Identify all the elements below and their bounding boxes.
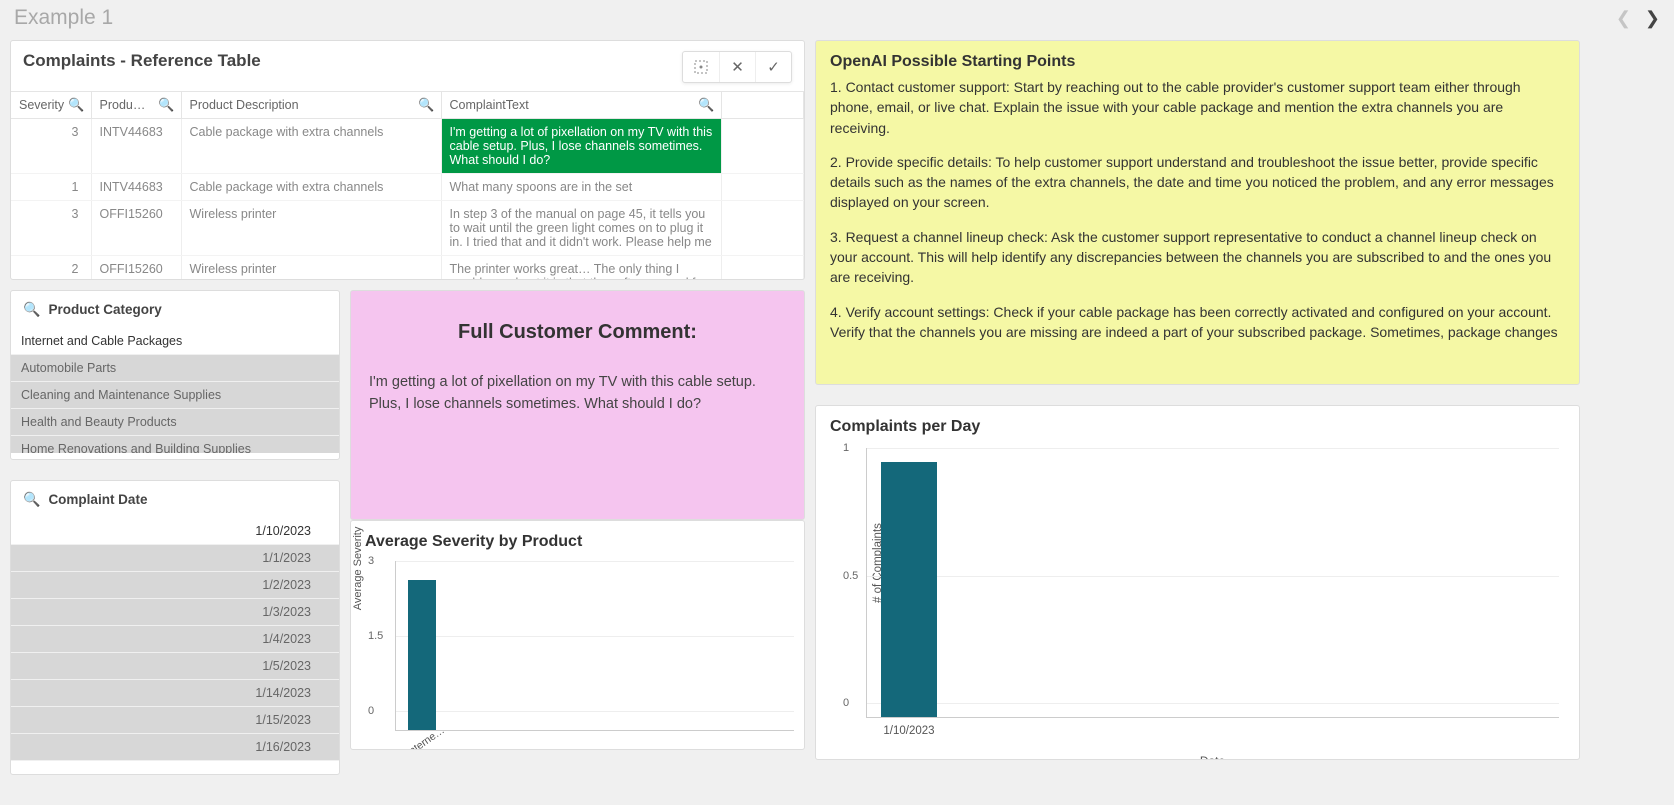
col-product[interactable]: Produ…🔍 [91,92,181,119]
col-desc[interactable]: Product Description🔍 [181,92,441,119]
complaints-table-panel: Complaints - Reference Table ✕ ✓ Severit… [10,40,805,280]
avg-severity-panel: Average Severity by Product Average Seve… [350,520,805,750]
complaints-per-day-panel: Complaints per Day # of Complaints 00.51… [815,405,1580,760]
cell-complaint: In step 3 of the manual on page 45, it t… [441,201,721,256]
cpd-xlabel: Date [866,754,1559,760]
list-item[interactable]: Automobile Parts [11,355,339,382]
confirm-selection-icon[interactable]: ✓ [755,52,791,82]
cell-severity: 3 [11,201,91,256]
ai-paragraph: 2. Provide specific details: To help cus… [830,152,1561,213]
cell-product: OFFI15260 [91,201,181,256]
cpd-chart: 00.511/10/2023 [866,448,1559,718]
next-arrow-icon[interactable]: ❯ [1645,8,1660,29]
complaint-date-panel: 🔍 Complaint Date 1/10/20231/1/20231/2/20… [10,480,340,775]
list-item[interactable]: 1/5/2023 [11,653,339,680]
search-icon[interactable]: 🔍 [418,97,434,113]
ai-paragraph: 4. Verify account settings: Check if you… [830,302,1561,343]
list-item[interactable]: 1/10/2023 [11,518,339,545]
ai-paragraph: 3. Request a channel lineup check: Ask t… [830,227,1561,288]
comment-body: I'm getting a lot of pixellation on my T… [351,354,804,434]
ai-body[interactable]: 1. Contact customer support: Start by re… [816,77,1579,372]
ai-suggestions-panel: OpenAI Possible Starting Points 1. Conta… [815,40,1580,385]
table-row[interactable]: 3INTV44683Cable package with extra chann… [11,119,804,174]
list-item[interactable]: 1/2/2023 [11,572,339,599]
cell-complaint: The printer works great… The only thing … [441,256,721,281]
cell-product: OFFI15260 [91,256,181,281]
date-title: Complaint Date [48,492,147,507]
search-icon[interactable]: 🔍 [698,97,714,113]
cell-product: INTV44683 [91,174,181,201]
chart-bar[interactable] [881,462,937,717]
list-item[interactable]: Home Renovations and Building Supplies [11,436,339,453]
search-icon[interactable]: 🔍 [23,301,40,318]
list-item[interactable]: Health and Beauty Products [11,409,339,436]
full-comment-panel: Full Customer Comment: I'm getting a lot… [350,290,805,520]
sev-ylabel: Average Severity [352,526,364,610]
lasso-select-icon[interactable] [683,52,719,82]
complaints-title: Complaints - Reference Table [23,51,261,71]
cell-desc: Cable package with extra channels [181,174,441,201]
table-row[interactable]: 2OFFI15260Wireless printerThe printer wo… [11,256,804,281]
table-row[interactable]: 3OFFI15260Wireless printerIn step 3 of t… [11,201,804,256]
list-item[interactable]: Cleaning and Maintenance Supplies [11,382,339,409]
list-item[interactable]: 1/16/2023 [11,734,339,761]
col-complaint[interactable]: ComplaintText🔍 [441,92,721,119]
sev-title: Average Severity by Product [351,521,804,557]
search-icon[interactable]: 🔍 [68,97,84,113]
ai-paragraph: 1. Contact customer support: Start by re… [830,77,1561,138]
page-title: Example 1 [14,6,113,30]
table-row[interactable]: 1INTV44683Cable package with extra chann… [11,174,804,201]
cell-severity: 2 [11,256,91,281]
list-item[interactable]: 1/15/2023 [11,707,339,734]
cell-complaint: I'm getting a lot of pixellation on my T… [441,119,721,174]
sev-chart: Average Severity 01.53Interne… [395,561,794,731]
cell-severity: 3 [11,119,91,174]
cell-desc: Wireless printer [181,201,441,256]
cancel-selection-icon[interactable]: ✕ [719,52,755,82]
cell-product: INTV44683 [91,119,181,174]
comment-title: Full Customer Comment: [351,291,804,354]
product-category-panel: 🔍 Product Category Internet and Cable Pa… [10,290,340,460]
cell-severity: 1 [11,174,91,201]
list-item[interactable]: 1/1/2023 [11,545,339,572]
list-item[interactable]: 1/4/2023 [11,626,339,653]
list-item[interactable]: 1/3/2023 [11,599,339,626]
cell-complaint: What many spoons are in the set [441,174,721,201]
ai-title: OpenAI Possible Starting Points [816,41,1579,77]
prev-arrow-icon[interactable]: ❮ [1616,8,1631,29]
search-icon[interactable]: 🔍 [158,97,174,113]
cell-desc: Cable package with extra channels [181,119,441,174]
complaints-table: Severity🔍 Produ…🔍 Product Description🔍 C… [11,91,804,280]
list-item[interactable]: Internet and Cable Packages [11,328,339,355]
search-icon[interactable]: 🔍 [23,491,40,508]
prodcat-title: Product Category [48,302,161,317]
col-severity[interactable]: Severity🔍 [11,92,91,119]
table-action-bar: ✕ ✓ [682,51,792,83]
chart-bar[interactable] [408,580,436,730]
cell-desc: Wireless printer [181,256,441,281]
cpd-title: Complaints per Day [816,406,1579,442]
list-item[interactable]: 1/14/2023 [11,680,339,707]
